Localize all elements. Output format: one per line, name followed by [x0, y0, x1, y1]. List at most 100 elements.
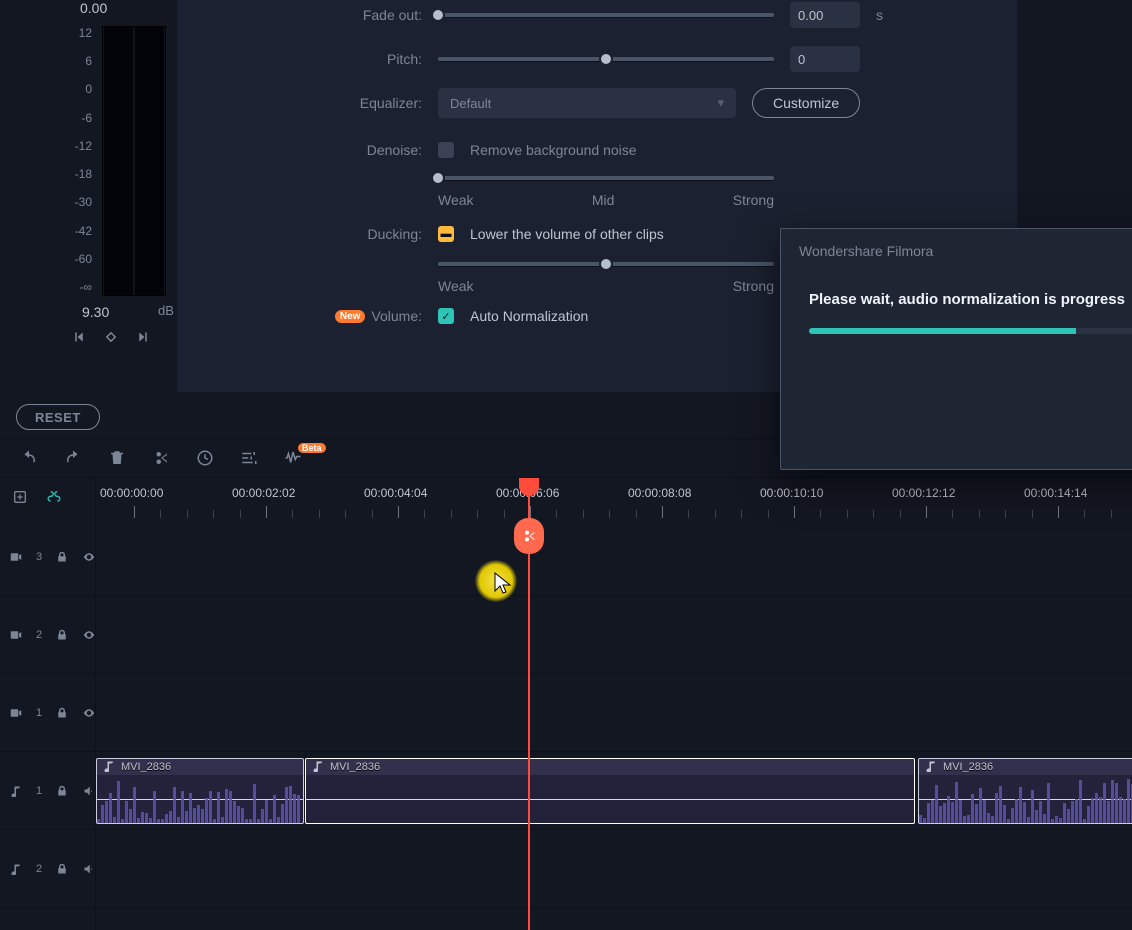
ruler-time-label: 00:00:14:14: [1024, 486, 1087, 500]
equalizer-select[interactable]: Default ▾: [438, 88, 736, 118]
track-row: 1 MVI_2836 MVI_2836 MVI_2836: [0, 752, 1132, 830]
denoise-checkbox[interactable]: [438, 142, 454, 158]
track-head: 2: [0, 830, 96, 907]
redo-button[interactable]: [64, 449, 82, 467]
delete-button[interactable]: [108, 449, 126, 467]
audio-clip[interactable]: MVI_2836: [918, 758, 1132, 824]
eye-icon[interactable]: [82, 706, 96, 720]
track-number: 1: [36, 707, 42, 719]
track-body[interactable]: [96, 596, 1132, 673]
track-head: 3: [0, 518, 96, 595]
audio-clip[interactable]: MVI_2836: [305, 758, 915, 824]
meter-scale: 1260-6-12-18-30-42-60-∞: [62, 26, 92, 294]
eye-icon[interactable]: [82, 628, 96, 642]
denoise-check-label: Remove background noise: [470, 142, 637, 158]
ruler-time-label: 00:00:02:02: [232, 486, 295, 500]
fade-out-label: Fade out:: [177, 7, 422, 23]
meter-readout: 0.00: [80, 0, 107, 16]
lock-icon[interactable]: [56, 628, 68, 642]
music-note-icon: [103, 760, 115, 775]
ruler-time-label: 00:00:06:06: [496, 486, 559, 500]
ducking-check-label: Lower the volume of other clips: [470, 226, 664, 242]
audio-meter: 0.00 1260-6-12-18-30-42-60-∞ 9.30 dB: [30, 0, 166, 338]
ducking-slider[interactable]: [438, 252, 774, 276]
ducking-checkbox[interactable]: ▬: [438, 226, 454, 242]
new-badge: New: [335, 310, 366, 323]
track-body[interactable]: [96, 518, 1132, 595]
modal-title: Wondershare Filmora: [781, 229, 1132, 273]
pitch-label: Pitch:: [177, 51, 422, 67]
audio-clip[interactable]: MVI_2836: [96, 758, 304, 824]
track-number: 2: [36, 629, 42, 641]
track-body[interactable]: [96, 674, 1132, 751]
denoise-slider[interactable]: [438, 166, 774, 190]
split-button[interactable]: [152, 449, 170, 467]
meter-prev-key-button[interactable]: [70, 328, 88, 346]
undo-button[interactable]: [20, 449, 38, 467]
modal-message: Please wait, audio normalization is prog…: [781, 273, 1132, 308]
meter-unit: dB: [158, 303, 174, 318]
ruler-time-label: 00:00:08:08: [628, 486, 691, 500]
audio-icon: [10, 862, 22, 876]
meter-value: 9.30: [82, 304, 109, 320]
ruler-time-label: 00:00:00:00: [100, 486, 163, 500]
ducking-label: Ducking:: [177, 226, 422, 242]
track-body[interactable]: MVI_2836 MVI_2836 MVI_2836: [96, 752, 1132, 829]
denoise-strong-label: Strong: [733, 192, 774, 208]
chevron-down-icon: ▾: [717, 95, 724, 111]
track-row: 2: [0, 830, 1132, 908]
lock-icon[interactable]: [56, 550, 68, 564]
track-number: 1: [36, 785, 42, 797]
fade-out-slider[interactable]: [438, 3, 774, 27]
pitch-slider[interactable]: [438, 47, 774, 71]
modal-progress-bar: [809, 328, 1132, 334]
ducking-strong-label: Strong: [733, 278, 774, 294]
clip-name: MVI_2836: [943, 761, 993, 773]
auto-ripple-button[interactable]: [46, 489, 62, 508]
ruler-time-label: 00:00:12:12: [892, 486, 955, 500]
fade-out-unit: s: [876, 7, 883, 23]
reset-button[interactable]: RESET: [16, 404, 100, 430]
sound-icon[interactable]: [82, 784, 96, 798]
video-icon: [10, 628, 22, 642]
audio-icon: [10, 784, 22, 798]
lock-icon[interactable]: [56, 862, 68, 876]
denoise-weak-label: Weak: [438, 192, 474, 208]
ruler-time-label: 00:00:04:04: [364, 486, 427, 500]
equalizer-label: Equalizer:: [177, 95, 422, 111]
clip-name: MVI_2836: [121, 761, 171, 773]
pitch-input[interactable]: [790, 46, 860, 72]
meter-add-key-button[interactable]: [102, 328, 120, 346]
lock-icon[interactable]: [56, 706, 68, 720]
adjust-button[interactable]: [240, 449, 258, 467]
track-head: 1: [0, 674, 96, 751]
audio-beat-button[interactable]: Beta: [284, 449, 302, 467]
music-note-icon: [312, 760, 324, 775]
track-row: 1: [0, 674, 1132, 752]
eye-icon[interactable]: [82, 550, 96, 564]
denoise-label: Denoise:: [177, 142, 422, 158]
music-note-icon: [925, 760, 937, 775]
speed-button[interactable]: [196, 449, 214, 467]
beta-badge: Beta: [298, 443, 326, 453]
meter-body: [102, 26, 166, 296]
ruler-time-label: 00:00:10:10: [760, 486, 823, 500]
ducking-weak-label: Weak: [438, 278, 474, 294]
meter-next-key-button[interactable]: [134, 328, 152, 346]
video-icon: [10, 550, 22, 564]
auto-normalization-label: Auto Normalization: [470, 308, 588, 324]
auto-normalization-checkbox[interactable]: ✓: [438, 308, 454, 324]
lock-icon[interactable]: [56, 784, 68, 798]
track-head: 2: [0, 596, 96, 673]
fade-out-input[interactable]: [790, 2, 860, 28]
timeline-tracks: 3 2 1 1 MVI_2836 MVI_2836 MVI_2836 2: [0, 518, 1132, 930]
video-icon: [10, 706, 22, 720]
add-marker-button[interactable]: [12, 489, 28, 508]
equalizer-selected: Default: [450, 96, 491, 111]
track-row: 2: [0, 596, 1132, 674]
track-row: 3: [0, 518, 1132, 596]
track-body[interactable]: [96, 830, 1132, 907]
sound-icon[interactable]: [82, 862, 96, 876]
timeline-ruler[interactable]: 00:00:00:00 00:00:02:02 00:00:04:04 00:00:0…: [0, 478, 1132, 519]
equalizer-customize-button[interactable]: Customize: [752, 88, 860, 118]
